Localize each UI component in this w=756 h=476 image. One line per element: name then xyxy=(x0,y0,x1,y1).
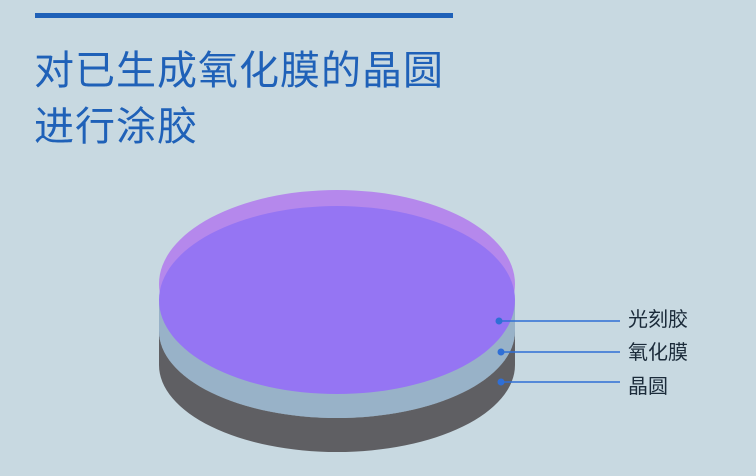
wafer-layer-diagram xyxy=(159,190,620,452)
photoresist-layer xyxy=(159,206,515,394)
label-oxide: 氧化膜 xyxy=(628,340,688,364)
label-photoresist: 光刻胶 xyxy=(628,307,688,331)
label-wafer: 晶圆 xyxy=(628,374,668,398)
leader-wafer xyxy=(497,378,620,386)
leader-oxide xyxy=(497,348,620,356)
